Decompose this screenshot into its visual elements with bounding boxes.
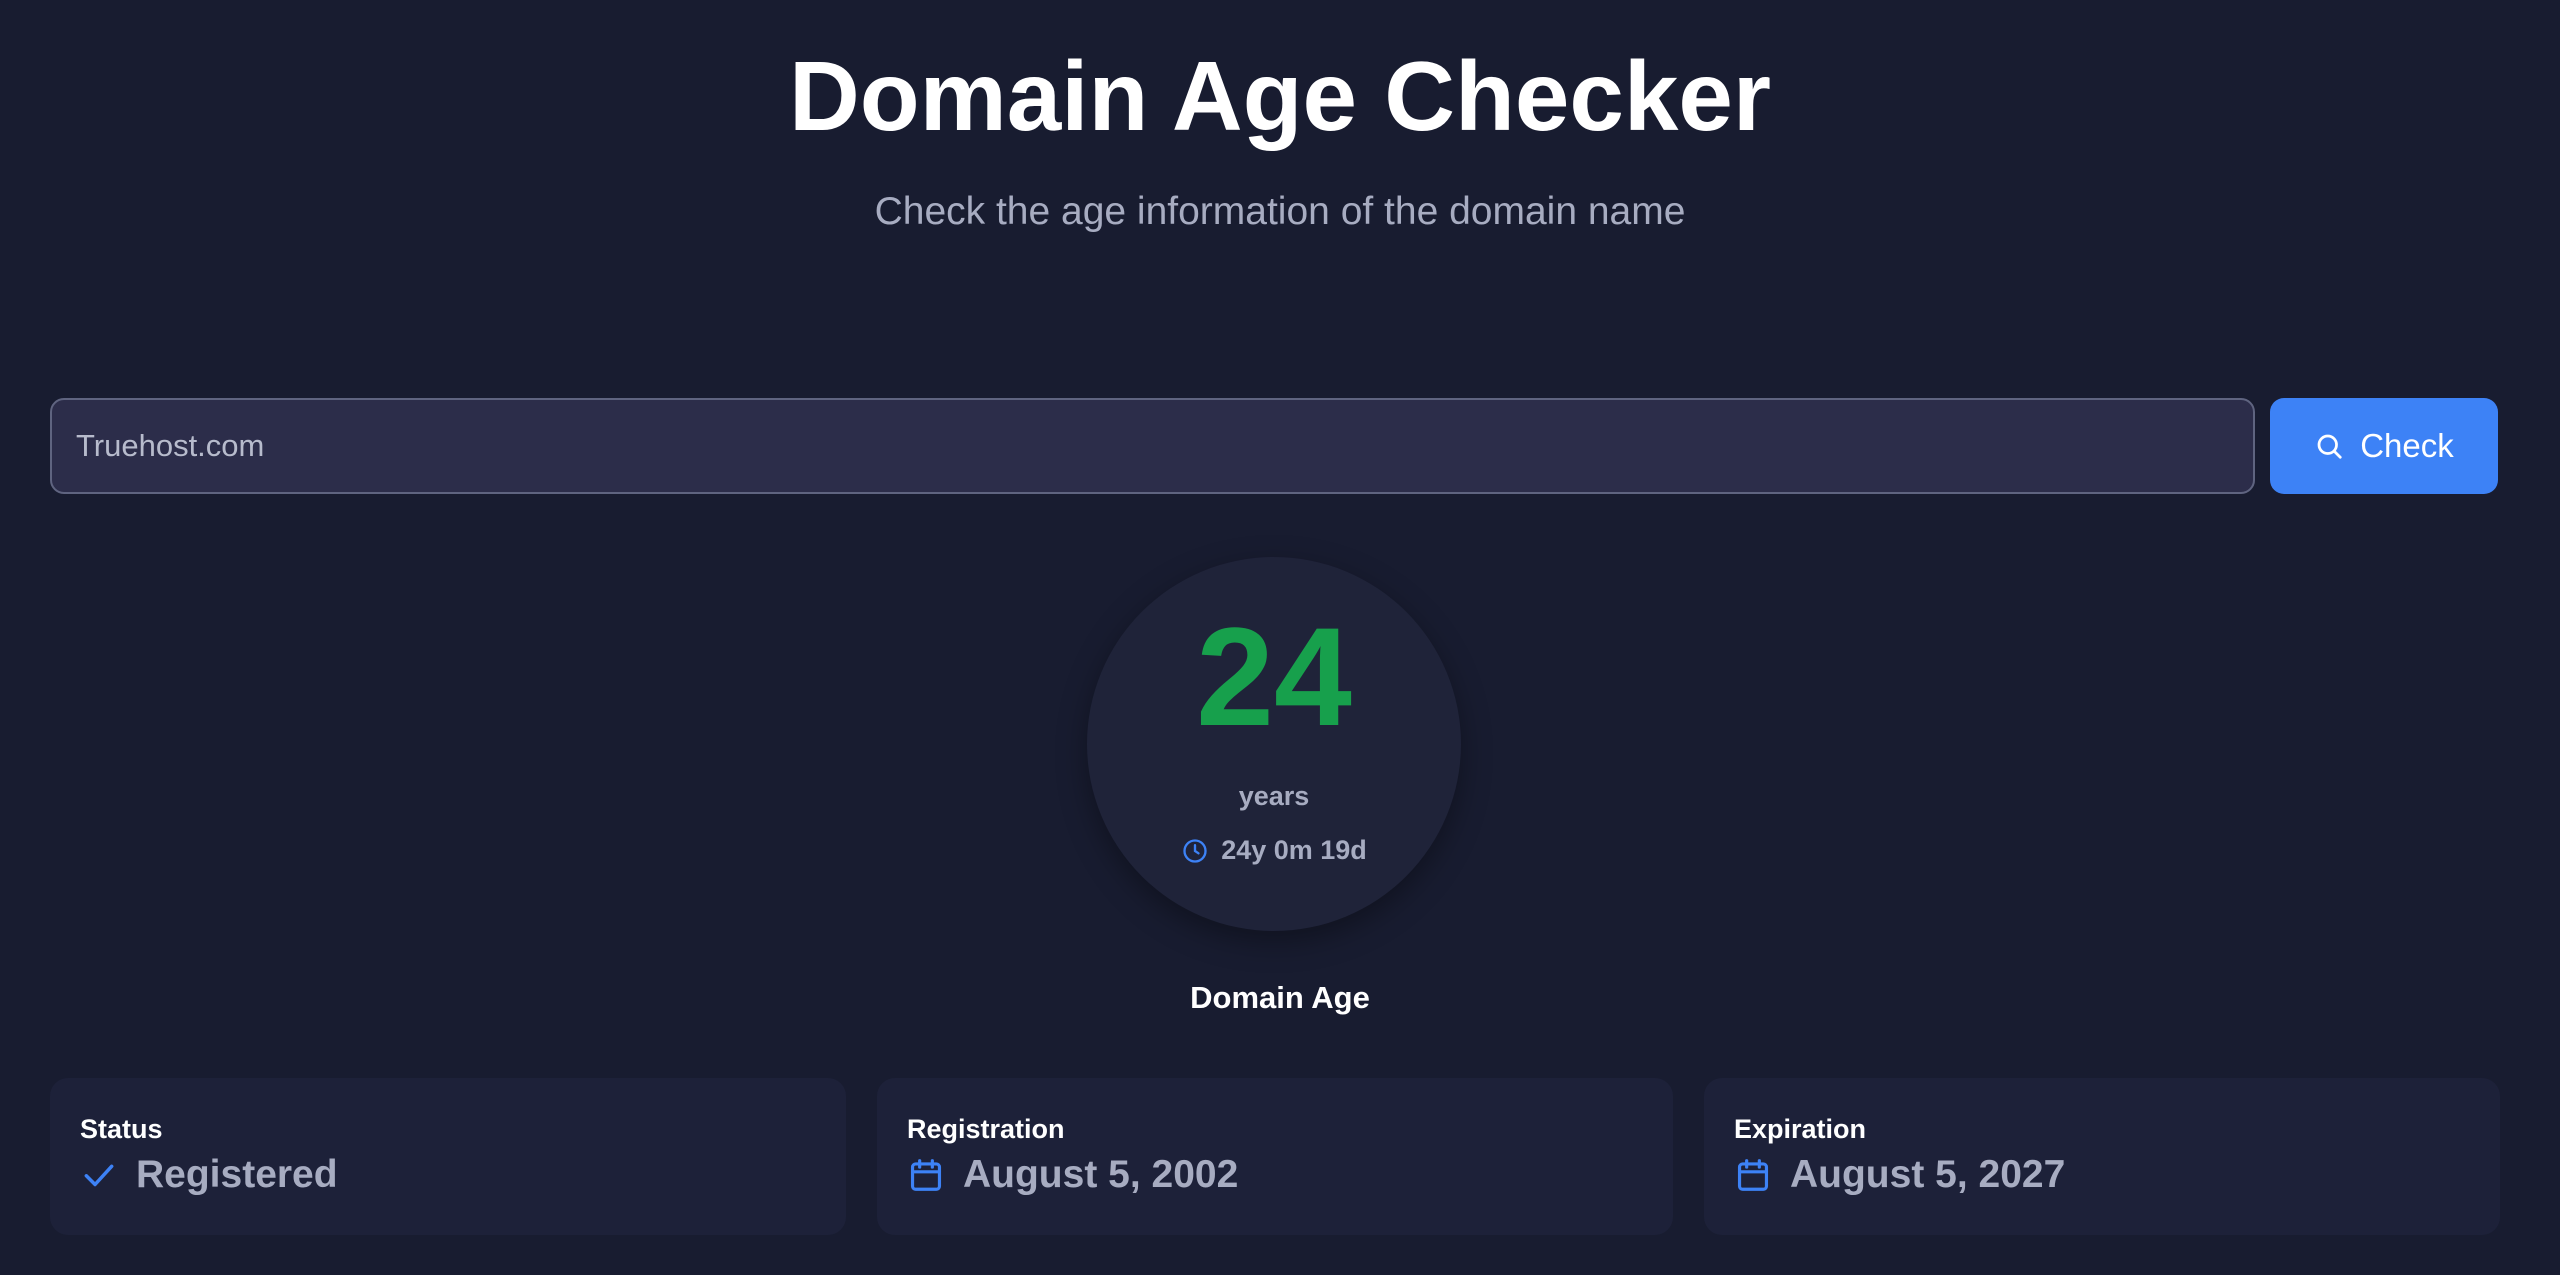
page: Domain Age Checker Check the age informa…	[0, 0, 2560, 1275]
registration-card-value: August 5, 2002	[963, 1153, 1239, 1196]
registration-card-label: Registration	[907, 1114, 1065, 1144]
status-card-label: Status	[80, 1114, 163, 1144]
calendar-icon	[1734, 1156, 1772, 1194]
check-button-label: Check	[2360, 427, 2454, 464]
expiration-card: Expiration August 5, 2027	[1704, 1078, 2500, 1235]
age-detail: 24y 0m 19d	[1087, 835, 1461, 866]
status-card: Status Registered	[50, 1078, 846, 1235]
registration-card: Registration August 5, 2002	[877, 1078, 1673, 1235]
age-detail-text: 24y 0m 19d	[1221, 835, 1367, 865]
clock-icon	[1181, 837, 1209, 865]
status-card-value: Registered	[136, 1153, 338, 1196]
search-icon	[2314, 431, 2344, 461]
age-unit-label: years	[1238, 781, 1310, 811]
domain-age-circle: 24 years 24y 0m 19d	[1087, 557, 1461, 931]
check-icon	[80, 1156, 118, 1194]
domain-age-caption: Domain Age	[1190, 980, 1370, 1015]
page-subtitle: Check the age information of the domain …	[874, 190, 1686, 233]
age-years-number: 24	[1196, 598, 1352, 755]
expiration-card-value: August 5, 2027	[1790, 1153, 2066, 1196]
domain-search-input[interactable]	[50, 398, 2255, 494]
page-title: Domain Age Checker	[788, 41, 1772, 151]
check-button[interactable]: Check	[2270, 398, 2498, 494]
calendar-icon	[907, 1156, 945, 1194]
expiration-card-label: Expiration	[1734, 1114, 1867, 1144]
